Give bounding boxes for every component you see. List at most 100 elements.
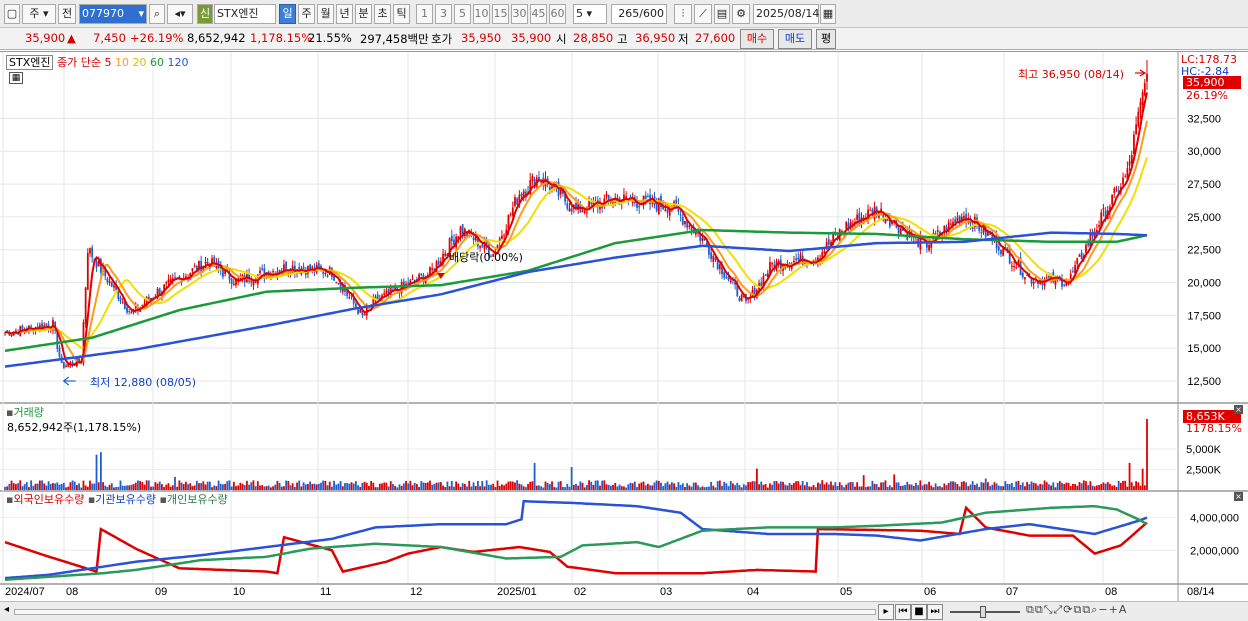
volume-bar <box>459 486 462 490</box>
period-tab-5[interactable]: 초 <box>374 4 391 24</box>
volume-bar <box>246 480 248 490</box>
x-tick-label: 08/14 <box>1187 586 1215 598</box>
scroll-left-icon[interactable]: ◂ <box>4 604 9 615</box>
volume-bar <box>564 487 567 490</box>
volume-bar <box>442 485 444 490</box>
volume-bar <box>370 480 373 490</box>
volume-bar <box>505 483 508 490</box>
volume-bar <box>232 481 235 490</box>
grid-icon[interactable]: ▦ <box>9 72 23 84</box>
holding-legend: ▪외국인보유수량 ▪기관보유수량 ▪개인보유수량 <box>6 493 228 506</box>
sell-button[interactable]: 매도 <box>778 29 812 49</box>
ma10-legend: 10 <box>114 56 129 69</box>
candle-body <box>252 281 255 286</box>
volume-bar <box>21 486 24 490</box>
candle-body <box>191 268 194 271</box>
draw-line-icon[interactable]: ⟋ <box>694 4 712 24</box>
volume-bar <box>904 484 906 490</box>
save-icon[interactable]: ▤ <box>714 4 730 24</box>
volume-bar <box>673 483 675 490</box>
interval-tab-45[interactable]: 45 <box>530 4 547 24</box>
calendar-icon[interactable]: ▦ <box>820 4 836 24</box>
volume-bar <box>742 484 745 490</box>
volume-bar <box>544 481 547 490</box>
interval-tab-60[interactable]: 60 <box>549 4 566 24</box>
interval-tab-1[interactable]: 1 <box>416 4 433 24</box>
buy-button[interactable]: 매수 <box>740 29 774 49</box>
date-field[interactable]: 2025/08/14 <box>753 4 819 24</box>
sound-icon[interactable]: ◂▾ <box>167 4 193 24</box>
new-badge[interactable]: 신 <box>197 4 213 24</box>
search-icon[interactable]: ⌕ <box>149 4 165 24</box>
stock-code-input[interactable]: 077970 ▾ <box>79 4 147 24</box>
period-tab-6[interactable]: 틱 <box>393 4 410 24</box>
volume-bar <box>814 487 817 490</box>
volume-bar <box>453 486 455 490</box>
volume-bar <box>60 483 63 490</box>
candle-body <box>607 194 610 199</box>
view-tool-icons[interactable]: ⧉⧉⤡⤢⟳⧉⧉⌕−+A <box>1026 603 1127 617</box>
volume-bar <box>993 482 996 490</box>
first-page-icon[interactable]: ⏮ <box>895 604 911 620</box>
count-input[interactable]: 5 ▾ <box>573 4 607 24</box>
volume-bar <box>261 485 264 490</box>
candle-icon[interactable]: ⫶ <box>674 4 692 24</box>
volume-bar <box>156 483 159 490</box>
data-count-field[interactable]: 265/600 <box>611 4 667 24</box>
interval-tab-15[interactable]: 15 <box>492 4 509 24</box>
volume-bar <box>832 485 835 490</box>
volume-bar <box>666 481 669 490</box>
interval-tab-10[interactable]: 10 <box>473 4 490 24</box>
close-panel-icon[interactable]: × <box>1234 405 1243 414</box>
zoom-slider-thumb[interactable] <box>980 606 986 618</box>
period-tab-1[interactable]: 주 <box>298 4 315 24</box>
volume-bar <box>481 480 484 490</box>
candle-body <box>479 245 482 248</box>
period-tab-0[interactable]: 일 <box>279 4 296 24</box>
period-tab-2[interactable]: 월 <box>317 4 334 24</box>
volume-bar <box>1026 482 1029 490</box>
period-tab-3[interactable]: 년 <box>336 4 353 24</box>
volume-bar <box>58 484 61 490</box>
volume-bar <box>1135 481 1138 490</box>
last-page-icon[interactable]: ⏭ <box>927 604 943 620</box>
stop-icon[interactable]: ■ <box>911 604 927 620</box>
interval-tab-30[interactable]: 30 <box>511 4 528 24</box>
candle-body <box>126 307 128 313</box>
volume-bar <box>283 486 285 490</box>
candle-body <box>605 193 608 197</box>
volume-bar <box>684 487 686 490</box>
candle-body <box>886 219 889 221</box>
chart-area[interactable]: 2024/07 08 09 10 11 12 2025/01 02 03 04 05 06 07 08 08… <box>0 51 1248 604</box>
prev-button[interactable]: 전 <box>58 4 76 24</box>
candle-body <box>21 325 24 329</box>
candle-body <box>566 203 569 209</box>
gear-icon[interactable]: ⚙ <box>732 4 750 24</box>
period-tab-4[interactable]: 분 <box>355 4 372 24</box>
volume-bar <box>769 483 771 490</box>
window-icon[interactable]: ▢ <box>4 4 20 24</box>
chevron-down-icon[interactable]: ▾ <box>138 5 144 23</box>
candle-body <box>684 220 686 225</box>
scrollbar-track[interactable] <box>14 609 876 615</box>
volume-bar <box>806 482 808 490</box>
volume-bar <box>888 485 891 490</box>
volume-bar <box>1078 482 1081 490</box>
volume-bar <box>420 481 423 490</box>
volume-bar <box>585 484 588 490</box>
average-button[interactable]: 평 <box>816 29 836 49</box>
interval-tab-3[interactable]: 3 <box>435 4 452 24</box>
volume-bar <box>198 483 200 490</box>
volume-bar <box>825 482 828 490</box>
volume-bar <box>378 483 381 490</box>
week-selector[interactable]: 주 ▾ <box>22 4 56 24</box>
volume-bar <box>509 481 512 490</box>
volume-bar <box>524 487 527 490</box>
interval-tab-5[interactable]: 5 <box>454 4 471 24</box>
candle-body <box>1048 276 1050 278</box>
scroll-right-icon[interactable]: ▸ <box>878 604 894 620</box>
volume-bar <box>171 485 174 490</box>
stock-name-field[interactable]: STX엔진 <box>214 4 276 24</box>
volume-bar <box>193 485 196 490</box>
close-panel-icon[interactable]: × <box>1234 492 1243 501</box>
